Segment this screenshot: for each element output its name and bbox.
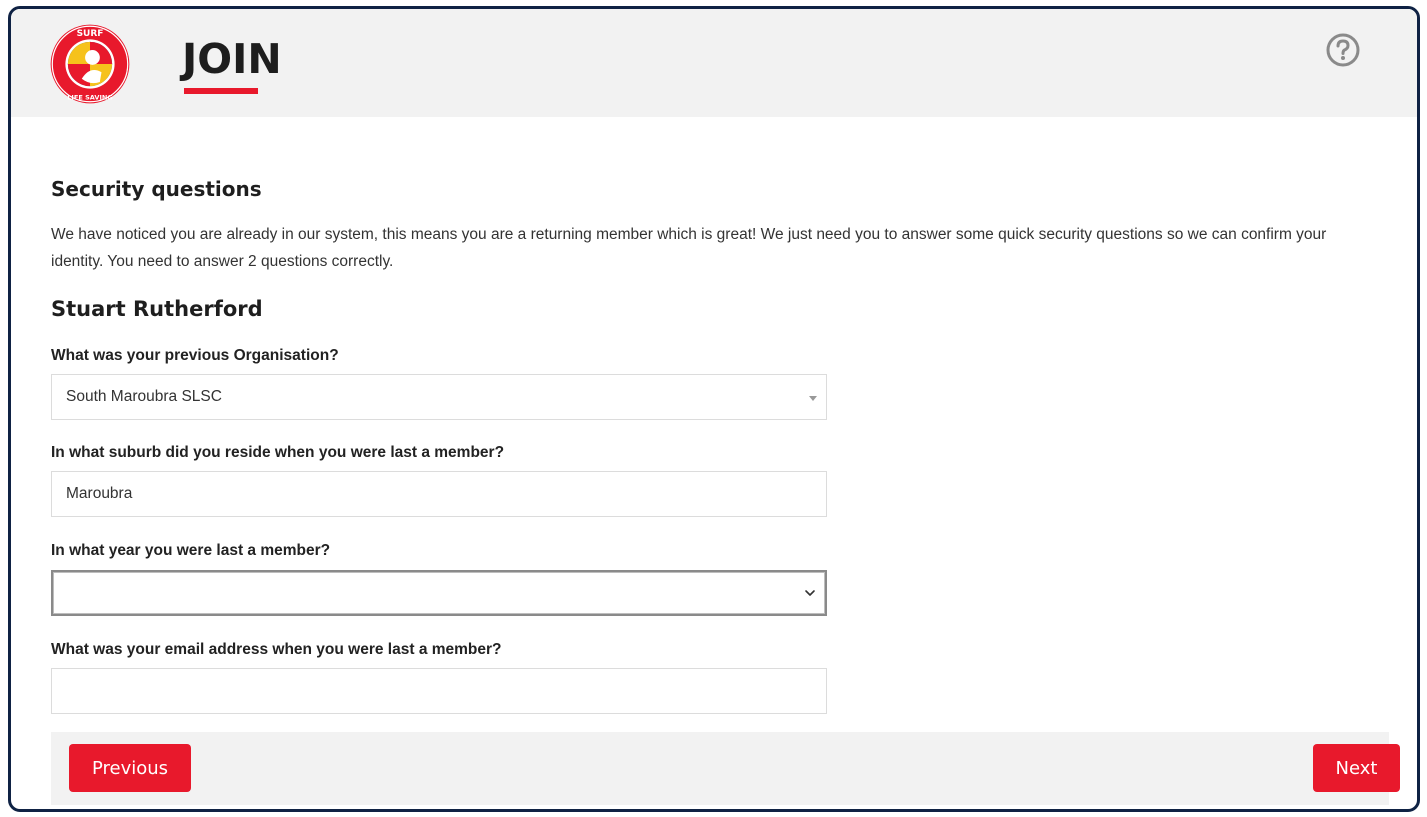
surf-life-saving-logo: SURF LIFE SAVING xyxy=(50,24,130,104)
suburb-input[interactable]: Maroubra xyxy=(51,471,827,517)
app-frame: SURF LIFE SAVING JOIN Security questions… xyxy=(8,6,1420,812)
organisation-select[interactable]: South Maroubra SLSC xyxy=(51,374,827,420)
footer-bar: Previous Next xyxy=(51,732,1400,805)
suburb-value: Maroubra xyxy=(66,485,133,502)
organisation-value: South Maroubra SLSC xyxy=(66,388,222,405)
question-circle-icon[interactable] xyxy=(1325,32,1361,68)
next-button[interactable]: Next xyxy=(1313,744,1400,792)
chevron-down-icon xyxy=(805,590,815,596)
previous-button[interactable]: Previous xyxy=(69,744,191,792)
page-title: JOIN xyxy=(182,35,282,83)
intro-text: We have noticed you are already in our s… xyxy=(51,226,1327,270)
section-title: Security questions xyxy=(51,177,262,201)
header: SURF LIFE SAVING JOIN xyxy=(11,9,1417,117)
email-input[interactable] xyxy=(51,668,827,714)
logo-text-bottom: LIFE SAVING xyxy=(67,93,113,101)
suburb-label: In what suburb did you reside when you w… xyxy=(51,444,505,461)
year-label: In what year you were last a member? xyxy=(51,542,331,559)
caret-down-icon xyxy=(809,396,817,401)
organisation-label: What was your previous Organisation? xyxy=(51,347,339,364)
member-name: Stuart Rutherford xyxy=(51,297,263,321)
title-underline xyxy=(184,88,258,94)
year-select[interactable] xyxy=(51,570,827,616)
email-label: What was your email address when you wer… xyxy=(51,641,502,658)
logo-text-top: SURF xyxy=(77,29,104,39)
